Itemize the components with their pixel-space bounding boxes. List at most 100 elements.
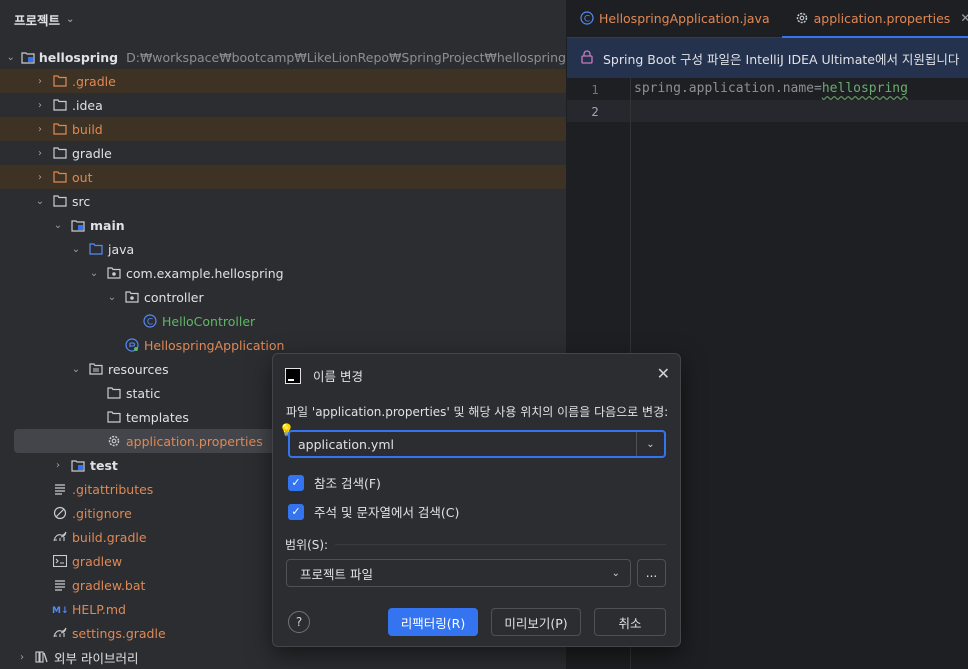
property-key: spring.application.name= <box>634 81 822 96</box>
tab-label: application.properties <box>813 10 951 26</box>
tree-item-java[interactable]: ⌄ java <box>0 237 566 261</box>
folder-icon <box>106 385 122 401</box>
refactor-button[interactable]: 리팩터링(R) <box>388 608 478 636</box>
tree-item-label: .gitignore <box>72 505 132 521</box>
tree-item-build[interactable]: › build <box>0 117 566 141</box>
tab-application-properties[interactable]: application.properties ✕ <box>781 0 968 38</box>
chevron-down-icon[interactable]: ⌄ <box>70 244 82 255</box>
tree-item-main[interactable]: ⌄ main <box>0 213 566 237</box>
gear-icon <box>106 433 122 449</box>
chevron-right-icon[interactable]: › <box>52 460 64 471</box>
search-references-checkbox[interactable]: ✓ 참조 검색(F) <box>288 473 381 492</box>
tree-item-label: src <box>72 193 91 209</box>
chevron-down-icon: ⌄ <box>611 567 620 579</box>
chevron-down-icon[interactable]: ⌄ <box>52 220 64 231</box>
scope-label: 범위(S): <box>285 538 329 552</box>
tree-item-external-libraries[interactable]: › 외부 라이브러리 <box>0 645 566 669</box>
folder-icon <box>52 169 68 185</box>
tree-item-src[interactable]: ⌄ src <box>0 189 566 213</box>
new-name-input[interactable] <box>290 432 636 456</box>
chevron-right-icon[interactable]: › <box>34 100 46 111</box>
folder-icon <box>52 145 68 161</box>
tree-item-hellocontroller[interactable]: C HelloController <box>0 309 566 333</box>
tree-item-label: templates <box>126 409 189 425</box>
tree-item-label: HellospringApplication <box>144 337 285 353</box>
chevron-right-icon[interactable]: › <box>34 124 46 135</box>
tree-item-out[interactable]: › out <box>0 165 566 189</box>
package-icon <box>106 265 122 281</box>
close-icon[interactable]: ✕ <box>657 364 670 383</box>
spring-boot-class-icon <box>124 337 140 353</box>
tree-item-label: gradle <box>72 145 112 161</box>
text-file-icon <box>52 481 68 497</box>
markdown-icon: M↓ <box>52 601 68 617</box>
tree-item-label: gradlew <box>72 553 123 569</box>
checkmark-icon[interactable]: ✓ <box>288 503 304 520</box>
intellij-logo-icon <box>285 367 301 384</box>
tree-root[interactable]: ⌄ hellospring D:₩workspace₩bootcamp₩Like… <box>0 45 567 69</box>
tree-item-gradle[interactable]: › gradle <box>0 141 566 165</box>
chevron-down-icon[interactable]: ⌄ <box>66 14 74 25</box>
preview-button[interactable]: 미리보기(P) <box>491 608 581 636</box>
chevron-down-icon[interactable]: ⌄ <box>7 52 15 63</box>
scope-more-button[interactable]: ... <box>637 559 666 587</box>
chevron-down-icon[interactable]: ⌄ <box>88 268 100 279</box>
chevron-right-icon[interactable]: › <box>34 148 46 159</box>
folder-icon <box>52 73 68 89</box>
tree-root-label: hellospring <box>38 49 119 65</box>
scope-select[interactable]: 프로젝트 파일 ⌄ <box>286 559 631 587</box>
project-panel-header[interactable]: 프로젝트 ⌄ <box>0 0 566 38</box>
class-icon: C <box>142 313 158 329</box>
dialog-title-bar: 이름 변경 <box>285 366 363 385</box>
new-name-combo[interactable]: ⌄ <box>288 430 666 458</box>
tree-root-path: D:₩workspace₩bootcamp₩LikeLionRepo₩Sprin… <box>126 49 566 65</box>
search-comments-checkbox[interactable]: ✓ 주석 및 문자열에서 검색(C) <box>288 502 459 521</box>
chevron-right-icon[interactable]: › <box>34 172 46 183</box>
chevron-down-icon[interactable]: ⌄ <box>34 196 46 207</box>
tab-label: HellospringApplication.java <box>599 10 770 26</box>
code-line[interactable]: spring.application.name=hellospring <box>634 81 908 96</box>
tab-hellospring-application[interactable]: C HellospringApplication.java <box>567 0 782 37</box>
tree-item-label: .gradle <box>72 73 116 89</box>
source-folder-icon <box>88 241 104 257</box>
class-icon: C <box>579 10 595 26</box>
close-icon[interactable]: ✕ <box>960 11 968 25</box>
tree-item-label: com.example.hellospring <box>126 265 284 281</box>
chevron-right-icon[interactable]: › <box>34 76 46 87</box>
chevron-right-icon[interactable]: › <box>16 652 28 663</box>
chevron-down-icon[interactable]: ⌄ <box>106 292 118 303</box>
scope-value: 프로젝트 파일 <box>300 566 373 582</box>
folder-icon <box>106 409 122 425</box>
tree-item-controller[interactable]: ⌄ controller <box>0 285 566 309</box>
chevron-down-icon[interactable]: ⌄ <box>70 364 82 375</box>
rename-dialog: 이름 변경 ✕ 파일 'application.properties' 및 해당… <box>272 353 681 647</box>
gear-icon <box>794 10 810 26</box>
chevron-down-icon[interactable]: ⌄ <box>636 432 664 456</box>
tree-item-label: controller <box>144 289 204 305</box>
module-folder-icon <box>21 49 35 65</box>
module-folder-icon <box>70 217 86 233</box>
svg-text:C: C <box>147 318 153 328</box>
tree-item-label: gradlew.bat <box>72 577 146 593</box>
checkmark-icon[interactable]: ✓ <box>288 474 304 491</box>
tree-item-label: .gitattributes <box>72 481 154 497</box>
folder-icon <box>52 193 68 209</box>
property-value: hellospring <box>821 81 908 96</box>
tree-item-label: main <box>90 217 125 233</box>
tree-item-label: test <box>90 457 118 473</box>
tree-item-package[interactable]: ⌄ com.example.hellospring <box>0 261 566 285</box>
tree-item-label: .idea <box>72 97 103 113</box>
checkbox-label: 참조 검색(F) <box>314 476 381 491</box>
line-number: 1 <box>591 82 599 97</box>
folder-icon <box>52 121 68 137</box>
gradle-icon <box>52 529 68 545</box>
tree-item-label: settings.gradle <box>72 625 166 641</box>
tree-item-gradle-cache[interactable]: › .gradle <box>0 69 566 93</box>
help-button[interactable]: ? <box>288 611 310 633</box>
tree-item-label: 외부 라이브러리 <box>54 650 139 666</box>
cancel-button[interactable]: 취소 <box>594 608 666 636</box>
tree-item-idea[interactable]: › .idea <box>0 93 566 117</box>
module-folder-icon <box>70 457 86 473</box>
svg-text:C: C <box>584 15 590 25</box>
ignore-file-icon <box>52 505 68 521</box>
